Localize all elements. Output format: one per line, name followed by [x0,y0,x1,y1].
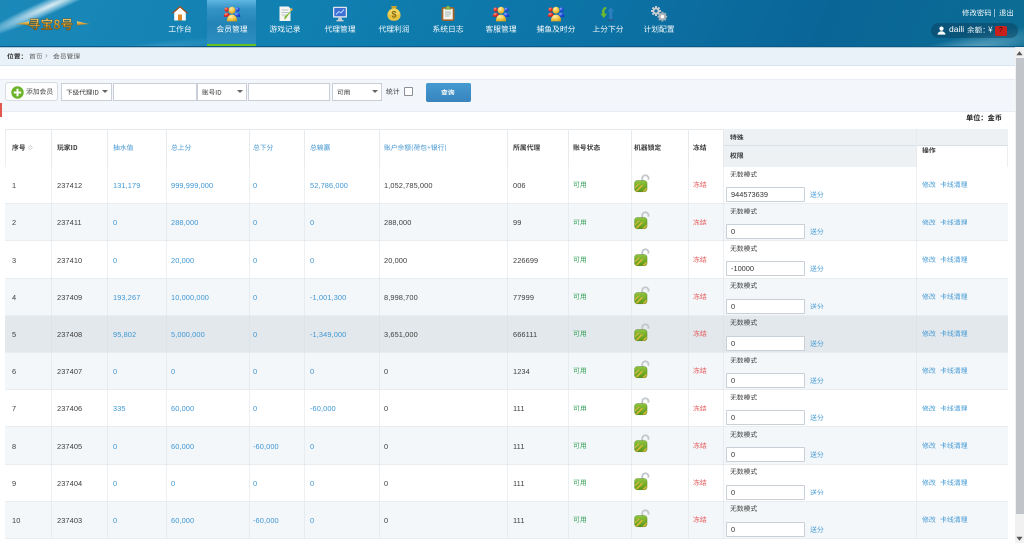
svg-text:$: $ [391,10,396,20]
